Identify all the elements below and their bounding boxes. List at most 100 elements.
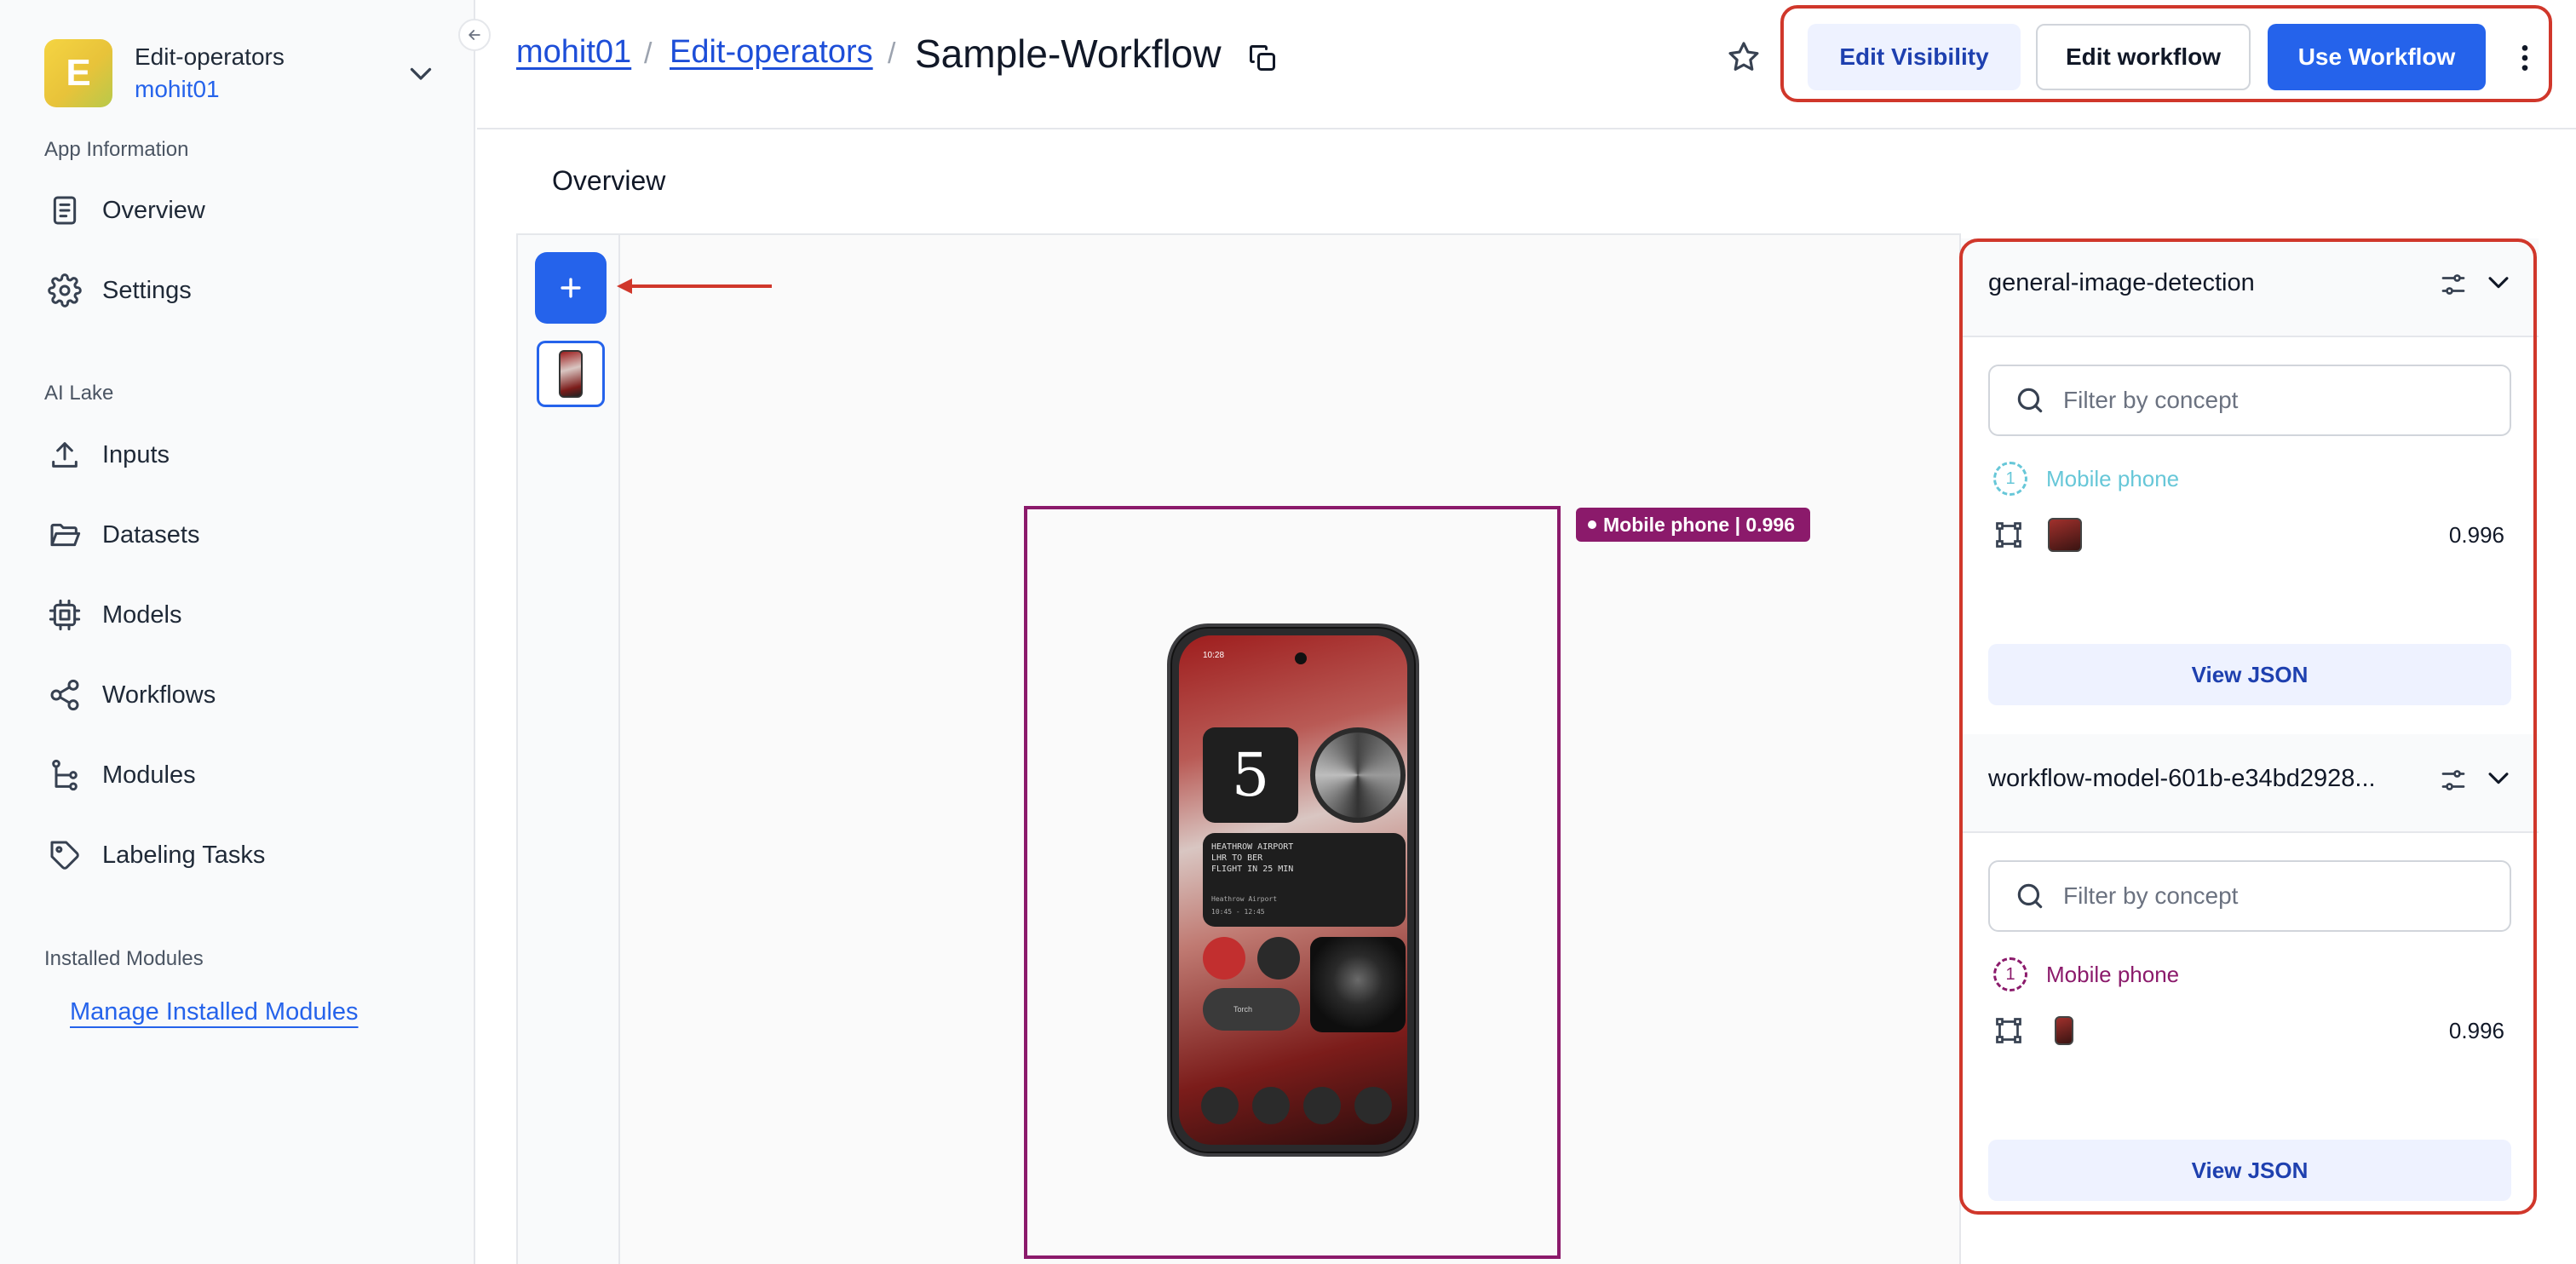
workflow-canvas: Mobile phone | 0.996 10:28 5 HEATHROW AI… [516,233,1961,1264]
detection-label-text: Mobile phone | 0.996 [1603,513,1795,536]
concept-name: Mobile phone [2046,465,2180,491]
edit-visibility-button[interactable]: Edit Visibility [1808,24,2021,90]
phone-dnd-widget [1203,937,1245,980]
input-thumbnail[interactable] [537,341,605,407]
region-row[interactable]: 0.996 [1993,1010,2504,1051]
phone-screen: 10:28 5 HEATHROW AIRPORT LHR TO BER FLIG… [1179,635,1407,1145]
collapse-arrow-icon [469,30,480,40]
phone-image: 10:28 5 HEATHROW AIRPORT LHR TO BER FLIG… [1167,623,1419,1157]
sidebar-item-label: Models [102,600,182,629]
concept-item[interactable]: 1 Mobile phone [1993,957,2179,991]
sidebar-item-label: Modules [102,761,196,789]
model-name: workflow-model-601b-e34bd2928... [1988,765,2376,792]
sliders-icon[interactable] [2438,765,2469,796]
label-dot [1588,520,1596,529]
search-icon [2017,883,2043,909]
phone-flight-widget: HEATHROW AIRPORT LHR TO BER FLIGHT IN 25… [1203,833,1406,927]
gear-icon [48,273,82,307]
section-app-information: App Information [44,138,189,161]
region-thumbnail [2048,518,2082,552]
upload-icon [52,442,78,468]
app-user: mohit01 [135,76,220,102]
sidebar-item-workflows[interactable]: Workflows [48,669,216,721]
search-icon [2017,388,2043,413]
app-names: Edit-operators mohit01 [135,41,285,106]
sidebar-item-modules[interactable]: Modules [48,750,196,801]
plus-icon [561,278,581,298]
use-workflow-button[interactable]: Use Workflow [2268,24,2486,90]
sidebar-item-datasets[interactable]: Datasets [48,509,199,560]
concept-count-badge: 1 [1993,957,2027,991]
sidebar-item-labeling-tasks[interactable]: Labeling Tasks [48,830,265,881]
concept-name: Mobile phone [2046,961,2180,987]
phone-dock-icon [1252,1087,1290,1124]
chip-icon [49,599,81,631]
phone-torch-widget: Torch [1203,988,1300,1031]
collapse-sidebar-button[interactable] [458,19,491,51]
app-avatar: E [44,39,112,107]
model-name: general-image-detection [1988,269,2255,296]
breadcrumb-user[interactable]: mohit01 [516,34,631,71]
chevron-down-icon[interactable] [2484,763,2513,792]
add-input-button[interactable] [535,252,607,324]
tab-overview[interactable]: Overview [552,165,665,197]
flight-line: LHR TO BER [1211,853,1263,863]
search-input[interactable] [2063,882,2472,910]
sidebar-item-label: Workflows [102,681,216,709]
sidebar-item-label: Overview [102,196,205,224]
bounding-box-icon [1996,522,2021,548]
model-header[interactable]: workflow-model-601b-e34bd2928... [1961,734,2539,833]
chevron-down-icon[interactable] [2484,267,2513,296]
bounding-box-icon [1996,1018,2021,1043]
predictions-panel: general-image-detection 1 Mobile phone 0… [1959,238,2539,1264]
sidebar-item-models[interactable]: Models [48,589,182,641]
app-switcher[interactable]: E Edit-operators mohit01 [44,37,436,109]
sidebar-item-label: Settings [102,276,192,304]
star-icon[interactable] [1726,39,1762,75]
sidebar: E Edit-operators mohit01 App Information… [0,0,475,1264]
breadcrumb-app[interactable]: Edit-operators [670,34,873,71]
kebab-icon[interactable] [2508,39,2542,77]
region-row[interactable]: 0.996 [1993,514,2504,555]
phone-dock-icon [1354,1087,1392,1124]
flight-line: FLIGHT IN 25 MIN [1211,865,1294,874]
phone-camera [1295,652,1307,664]
share-icon [50,679,79,711]
phone-clock-widget: 5 [1203,727,1298,823]
breadcrumb-separator: / [644,37,653,70]
sliders-icon[interactable] [2438,269,2469,300]
model-header[interactable]: general-image-detection [1961,238,2539,337]
phone-arrow-widget [1257,937,1300,980]
concept-item[interactable]: 1 Mobile phone [1993,462,2179,496]
concept-count-badge: 1 [1993,462,2027,496]
sidebar-item-inputs[interactable]: Inputs [48,429,170,480]
concept-filter-input[interactable] [1988,860,2511,932]
flight-small: Heathrow Airport [1211,895,1278,903]
branch-icon [52,759,78,791]
view-json-button[interactable]: View JSON [1988,1140,2511,1201]
copy-icon[interactable] [1247,43,1278,73]
view-json-button[interactable]: View JSON [1988,644,2511,705]
sidebar-item-settings[interactable]: Settings [48,265,192,316]
phone-dock-icon [1303,1087,1341,1124]
flight-times: 10:45 - 12:45 [1211,908,1265,916]
folder-icon [50,523,81,547]
edit-workflow-button[interactable]: Edit workflow [2036,24,2251,90]
page-title: Sample-Workflow [915,32,1222,76]
input-thumbnail-column [518,235,620,1264]
arrow-left-icon [617,279,772,294]
concept-filter-input[interactable] [1988,365,2511,436]
sidebar-item-label: Datasets [102,520,200,549]
region-score: 0.996 [2448,521,2504,548]
tag-icon [50,841,79,870]
thumbnail-image [559,350,583,398]
region-score: 0.996 [2448,1017,2504,1043]
search-input[interactable] [2063,387,2472,414]
breadcrumb-separator: / [888,37,896,70]
chevron-down-icon[interactable] [405,58,436,89]
flight-line: HEATHROW AIRPORT [1211,842,1294,852]
phone-status-time: 10:28 [1203,651,1225,660]
sidebar-item-overview[interactable]: Overview [48,185,205,236]
manage-installed-modules-link[interactable]: Manage Installed Modules [70,998,359,1026]
sidebar-item-label: Inputs [102,440,170,468]
